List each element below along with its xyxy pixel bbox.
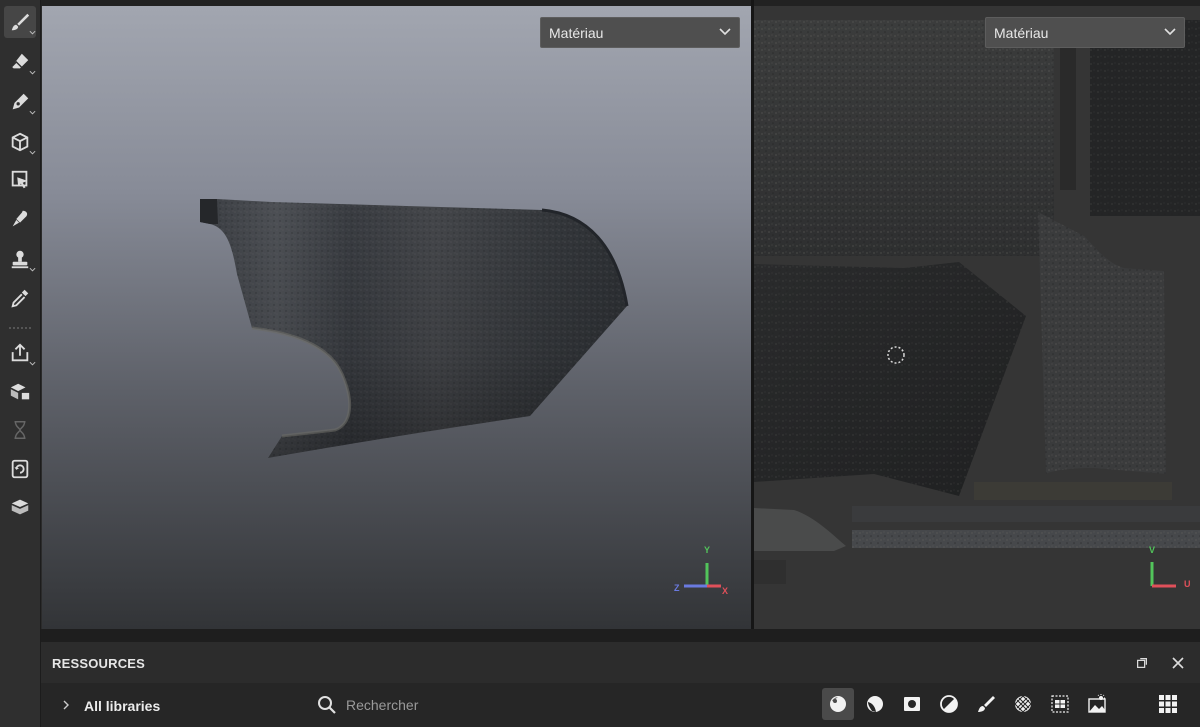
pen-icon	[12, 93, 29, 110]
filter-materials[interactable]	[822, 688, 854, 720]
bake-tool[interactable]	[4, 376, 36, 408]
clone-stamp-icon	[11, 250, 29, 269]
pen-tool[interactable]	[4, 86, 36, 118]
environment-filter-icon	[1088, 694, 1106, 713]
x-axis-label: X	[722, 586, 729, 596]
close-icon	[1172, 657, 1184, 669]
viewport-2d-mode-dropdown[interactable]: Matériau	[985, 17, 1185, 48]
filter-smart-materials[interactable]	[859, 688, 891, 720]
smart-material-filter-icon	[867, 696, 883, 712]
smudge-icon	[12, 210, 28, 227]
texture-filter-icon	[1014, 695, 1032, 713]
chevron-right-icon[interactable]	[61, 698, 71, 712]
polygon-fill-tool[interactable]	[4, 164, 36, 196]
filter-textures[interactable]	[1007, 688, 1039, 720]
color-picker-icon	[11, 289, 29, 308]
paint-brush-icon	[11, 13, 30, 31]
hourglass-icon	[14, 421, 26, 439]
panel-splitter[interactable]	[41, 629, 1200, 642]
viewport-3d-mode-dropdown[interactable]: Matériau	[540, 17, 740, 48]
dropdown-value: Matériau	[994, 24, 1049, 41]
clone-stamp-tool[interactable]	[4, 243, 36, 275]
book-icon	[11, 499, 29, 515]
eraser-tool[interactable]	[4, 46, 36, 78]
toolbar-divider	[9, 327, 31, 329]
substance-painter-window: Y Z X Matériau V U Matériau RESSOURCES A…	[0, 0, 1200, 727]
chevron-down-icon	[1164, 28, 1176, 36]
paint-brush-tool[interactable]	[4, 6, 36, 38]
eraser-icon	[11, 53, 29, 69]
axis-gizmo-2d	[1150, 562, 1176, 588]
grid-view-button[interactable]	[1152, 688, 1184, 720]
u-axis-label: U	[1184, 579, 1191, 589]
export-icon	[11, 343, 29, 362]
material-filter-icon	[830, 696, 846, 712]
resources-toolbar: All libraries	[41, 683, 1200, 727]
search-input[interactable]	[346, 693, 606, 717]
grid-view-icon	[1159, 695, 1177, 713]
polygon-fill-icon	[11, 170, 28, 189]
search-icon	[318, 696, 336, 714]
hourglass-tool	[4, 414, 36, 446]
close-panel-button[interactable]	[1170, 655, 1186, 671]
brush-filter-icon	[978, 696, 995, 712]
filter-environments[interactable]	[1081, 688, 1113, 720]
viewport-2d[interactable]: V U Matériau	[754, 6, 1200, 629]
refresh-tool[interactable]	[4, 453, 36, 485]
refresh-icon	[11, 459, 29, 479]
chevron-down-icon	[719, 28, 731, 36]
book-tool[interactable]	[4, 491, 36, 523]
filter-alphas[interactable]	[1044, 688, 1076, 720]
color-picker-tool[interactable]	[4, 282, 36, 314]
resources-panel: RESSOURCES All libraries	[41, 642, 1200, 727]
mask-filter-icon	[904, 697, 920, 711]
filter-generators[interactable]	[933, 688, 965, 720]
undock-button[interactable]	[1135, 656, 1149, 670]
library-selector[interactable]: All libraries	[84, 698, 160, 714]
generator-filter-icon	[940, 695, 958, 713]
tool-sidebar	[0, 0, 41, 727]
uv-texture-map[interactable]	[754, 6, 1200, 629]
y-axis-label: Y	[704, 545, 711, 555]
cube-projection-icon	[11, 132, 29, 152]
bake-icon	[10, 383, 30, 400]
3d-mesh-model[interactable]	[42, 6, 751, 629]
v-axis-label: V	[1149, 545, 1156, 555]
export-tool[interactable]	[4, 337, 36, 369]
z-axis-label: Z	[674, 583, 680, 593]
viewport-3d[interactable]: Y Z X Matériau	[42, 6, 751, 629]
undock-icon	[1137, 658, 1147, 668]
dropdown-value: Matériau	[549, 24, 604, 41]
filter-brushes[interactable]	[970, 688, 1002, 720]
projection-tool[interactable]	[4, 126, 36, 158]
smudge-tool[interactable]	[4, 203, 36, 235]
alpha-filter-icon	[1051, 695, 1069, 713]
filter-masks[interactable]	[896, 688, 928, 720]
resources-title: RESSOURCES	[52, 656, 146, 671]
